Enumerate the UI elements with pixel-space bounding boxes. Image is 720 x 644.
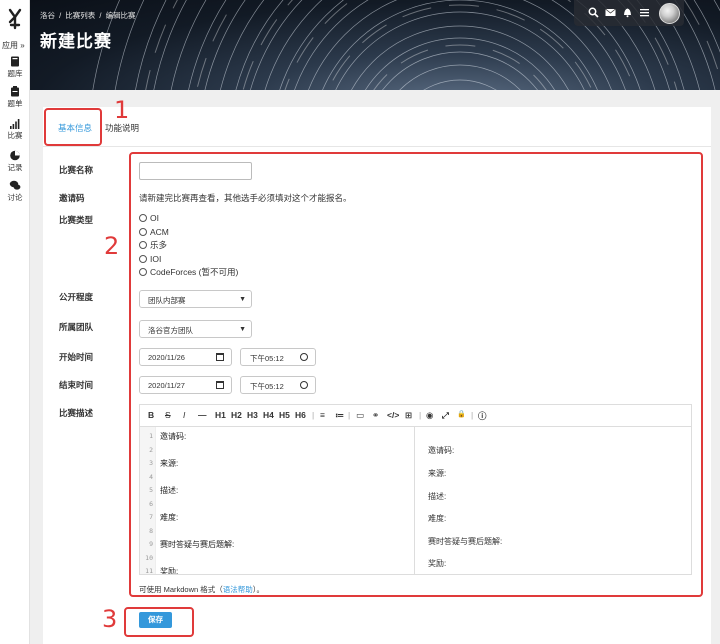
bell-icon[interactable] <box>622 7 633 18</box>
sidebar-item-label: 比赛 <box>7 131 23 140</box>
team-label: 所属团队 <box>59 322 94 332</box>
luogu-logo[interactable] <box>7 8 23 30</box>
page-title: 新建比赛 <box>40 32 112 51</box>
sidebar-item-label: 记录 <box>7 163 23 172</box>
user-toolbar <box>574 0 684 26</box>
contest-type-label: 比赛类型 <box>59 215 94 225</box>
annotation-number-2: 2 <box>104 232 120 260</box>
sidebar-item-records[interactable]: 记录 <box>0 150 30 173</box>
contest-name-label: 比赛名称 <box>59 165 94 175</box>
clipboard-icon <box>11 86 19 97</box>
header-banner: 洛谷 / 比赛列表 / 编辑比赛 新建比赛 <box>30 0 720 90</box>
list-icon[interactable] <box>639 7 650 18</box>
description-label: 比赛描述 <box>59 408 94 418</box>
tab-bar: 基本信息 功能说明 <box>43 107 711 147</box>
annotation-box-3 <box>124 607 194 637</box>
start-time-label: 开始时间 <box>59 352 94 362</box>
annotation-box-2 <box>129 152 703 597</box>
breadcrumb-current: 编辑比赛 <box>105 11 136 20</box>
sidebar-item-contests[interactable]: 比赛 <box>0 118 30 141</box>
mail-icon[interactable] <box>605 7 616 18</box>
chat-bubbles-icon <box>9 180 21 190</box>
breadcrumb-separator: / <box>99 11 102 20</box>
sidebar: 应用 » 题库 题单 比赛 记录 讨论 <box>0 0 30 644</box>
invite-code-label: 邀请码 <box>59 193 85 203</box>
sidebar-item-problem-lists[interactable]: 题单 <box>0 86 30 109</box>
breadcrumb-separator: / <box>59 11 62 20</box>
breadcrumb-contest-list[interactable]: 比赛列表 <box>65 11 95 20</box>
avatar[interactable] <box>659 3 680 24</box>
search-icon[interactable] <box>588 7 599 18</box>
visibility-label: 公开程度 <box>59 292 94 302</box>
annotation-number-3: 3 <box>102 605 118 633</box>
sidebar-item-problems[interactable]: 题库 <box>0 56 30 79</box>
signal-bars-icon <box>10 119 20 129</box>
annotation-number-1: 1 <box>114 96 130 124</box>
pie-chart-icon <box>10 150 20 161</box>
sidebar-item-discuss[interactable]: 讨论 <box>0 180 30 203</box>
sidebar-item-label: 题库 <box>7 69 23 78</box>
book-icon <box>11 56 19 67</box>
apps-menu[interactable]: 应用 » <box>2 40 25 51</box>
annotation-box-1 <box>44 108 102 146</box>
breadcrumb: 洛谷 / 比赛列表 / 编辑比赛 <box>40 10 138 21</box>
sidebar-item-label: 讨论 <box>7 193 23 202</box>
breadcrumb-home[interactable]: 洛谷 <box>40 11 55 20</box>
sidebar-item-label: 题单 <box>7 99 23 108</box>
end-time-label: 结束时间 <box>59 380 94 390</box>
